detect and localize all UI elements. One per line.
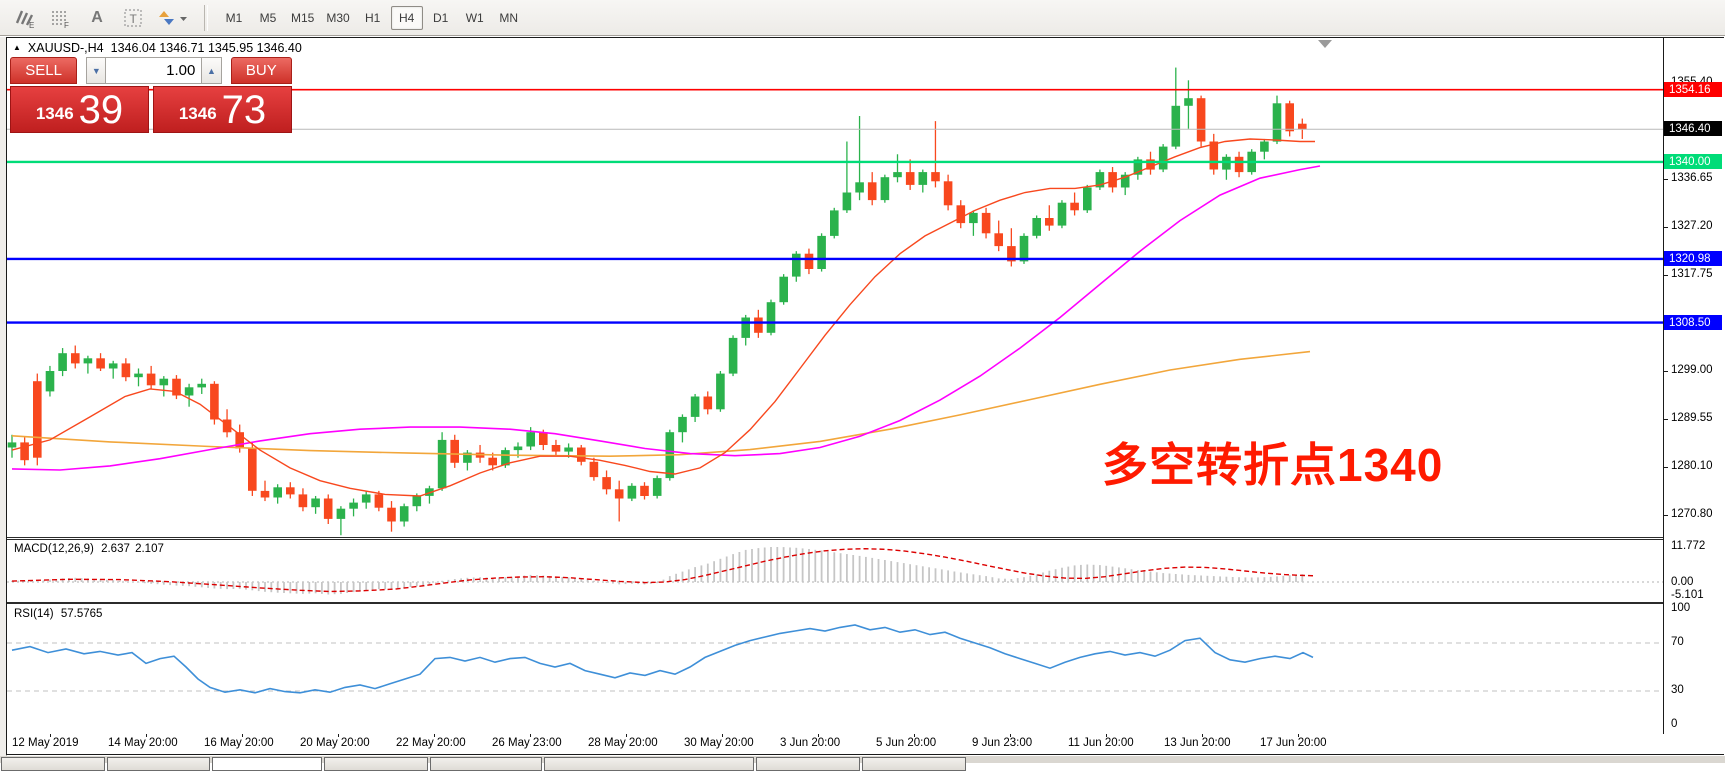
buy-price-display[interactable]: 1346 73 — [153, 86, 292, 133]
price-tick-label: 1289.55 — [1671, 412, 1713, 424]
mt4-terminal: { "toolbar": { "icons": [ {"name": "expe… — [0, 0, 1725, 763]
collapse-caret-icon[interactable]: ▲ — [13, 43, 21, 52]
time-label: 9 Jun 23:00 — [972, 737, 1032, 749]
chart-shift-marker[interactable] — [1318, 40, 1332, 48]
panel-splitter[interactable] — [7, 602, 1663, 604]
price-badge: 1308.50 — [1664, 315, 1722, 330]
chart-tab[interactable] — [862, 757, 966, 771]
price-badge: 1320.98 — [1664, 251, 1722, 266]
rsi-value: 57.5765 — [61, 608, 103, 620]
time-label: 20 May 20:00 — [300, 737, 370, 749]
macd-signal-value: 2.107 — [135, 543, 164, 555]
price-tick-label: 1270.80 — [1671, 508, 1713, 520]
svg-text:T: T — [130, 12, 138, 26]
chart-tab-strip — [0, 756, 1725, 763]
price-tick-label: 1317.75 — [1671, 268, 1713, 280]
chart-tab[interactable] — [212, 757, 322, 771]
text-a-icon[interactable]: A — [80, 3, 114, 33]
main-toolbar: E F A T M1 M5 M15 M30 H1 H4 D1 W1 MN — [0, 0, 1725, 36]
time-label: 30 May 20:00 — [684, 737, 754, 749]
time-label: 12 May 2019 — [12, 737, 79, 749]
symbol-header: ▲ XAUUSD-,H4 1346.04 1346.71 1345.95 134… — [13, 41, 302, 55]
time-label: 22 May 20:00 — [396, 737, 466, 749]
chart-tab[interactable] — [756, 757, 860, 771]
rsi-axis-label: 100 — [1671, 602, 1690, 614]
svg-text:F: F — [64, 21, 69, 29]
volume-increase-button[interactable]: ▲ — [201, 57, 221, 84]
buy-price-small: 1346 — [179, 99, 217, 129]
rsi-axis-label: 0 — [1671, 718, 1677, 730]
time-label: 16 May 20:00 — [204, 737, 274, 749]
price-axis-line — [1663, 38, 1664, 734]
time-label: 5 Jun 20:00 — [876, 737, 936, 749]
macd-indicator-panel[interactable] — [7, 540, 1663, 602]
time-label: 26 May 23:00 — [492, 737, 562, 749]
price-tick-label: 1336.65 — [1671, 172, 1713, 184]
rsi-indicator-panel[interactable] — [7, 604, 1663, 733]
time-label: 14 May 20:00 — [108, 737, 178, 749]
tf-button-m15[interactable]: M15 — [286, 6, 319, 30]
time-label: 3 Jun 20:00 — [780, 737, 840, 749]
price-badge: 1354.16 — [1664, 82, 1722, 97]
macd-axis-label: 0.00 — [1671, 576, 1693, 588]
chart-annotation-text[interactable]: 多空转折点1340 — [1102, 429, 1443, 495]
grid-f-icon[interactable]: F — [44, 3, 78, 33]
chart-tab[interactable] — [107, 757, 210, 771]
tf-button-m5[interactable]: M5 — [252, 6, 284, 30]
sell-price-display[interactable]: 1346 39 — [10, 86, 149, 133]
price-axis[interactable]: 1355.40 1336.65 1327.20 1317.75 1299.00 … — [1663, 0, 1725, 763]
macd-main-value: 2.637 — [101, 543, 130, 555]
chart-tab[interactable] — [324, 757, 428, 771]
tf-button-mn[interactable]: MN — [493, 6, 525, 30]
time-axis[interactable]: 12 May 2019 14 May 20:00 16 May 20:00 20… — [7, 734, 1663, 754]
tf-button-m1[interactable]: M1 — [218, 6, 250, 30]
tf-button-w1[interactable]: W1 — [459, 6, 491, 30]
price-badge: 1346.40 — [1664, 121, 1722, 136]
one-click-trade-panel: SELL ▼ ▲ BUY 1346 39 1346 73 — [10, 57, 292, 133]
macd-axis-label: -5.101 — [1671, 589, 1704, 601]
panel-splitter[interactable] — [7, 537, 1663, 540]
sell-price-small: 1346 — [36, 99, 74, 129]
ohlc-values: 1346.04 1346.71 1345.95 1346.40 — [111, 41, 302, 55]
chart-tab[interactable] — [430, 757, 542, 771]
price-tick-label: 1299.00 — [1671, 364, 1713, 376]
price-tick-label: 1327.20 — [1671, 220, 1713, 232]
time-label: 11 Jun 20:00 — [1068, 737, 1134, 749]
sell-price-big: 39 — [79, 91, 124, 129]
rsi-label: RSI(14) 57.5765 — [14, 608, 102, 620]
arrange-arrows-icon[interactable] — [152, 3, 194, 33]
symbol-period-label: XAUUSD-,H4 — [28, 41, 104, 55]
macd-axis-label: 11.772 — [1671, 540, 1705, 552]
macd-label: MACD(12,26,9) 2.637 2.107 — [14, 543, 164, 555]
expert-chart-icon[interactable]: E — [8, 3, 42, 33]
buy-price-big: 73 — [222, 91, 267, 129]
tf-button-m30[interactable]: M30 — [321, 6, 354, 30]
chart-tab[interactable] — [1, 757, 105, 771]
tf-button-h1[interactable]: H1 — [357, 6, 389, 30]
ma-medium — [12, 166, 1320, 470]
price-badge: 1340.00 — [1664, 154, 1722, 169]
tf-button-h4[interactable]: H4 — [391, 6, 423, 30]
volume-input[interactable] — [106, 57, 201, 84]
time-label: 17 Jun 20:00 — [1260, 737, 1327, 749]
toolbar-separator — [204, 5, 208, 31]
price-tick-label: 1280.10 — [1671, 460, 1713, 472]
text-box-icon[interactable]: T — [116, 3, 150, 33]
time-label: 28 May 20:00 — [588, 737, 658, 749]
rsi-axis-label: 30 — [1671, 684, 1684, 696]
sell-button[interactable]: SELL — [10, 57, 77, 84]
time-label: 13 Jun 20:00 — [1164, 737, 1231, 749]
rsi-axis-label: 70 — [1671, 636, 1684, 648]
chart-tab[interactable] — [544, 757, 754, 771]
buy-button[interactable]: BUY — [231, 57, 292, 84]
tf-button-d1[interactable]: D1 — [425, 6, 457, 30]
volume-decrease-button[interactable]: ▼ — [86, 57, 106, 84]
svg-text:E: E — [29, 21, 34, 29]
